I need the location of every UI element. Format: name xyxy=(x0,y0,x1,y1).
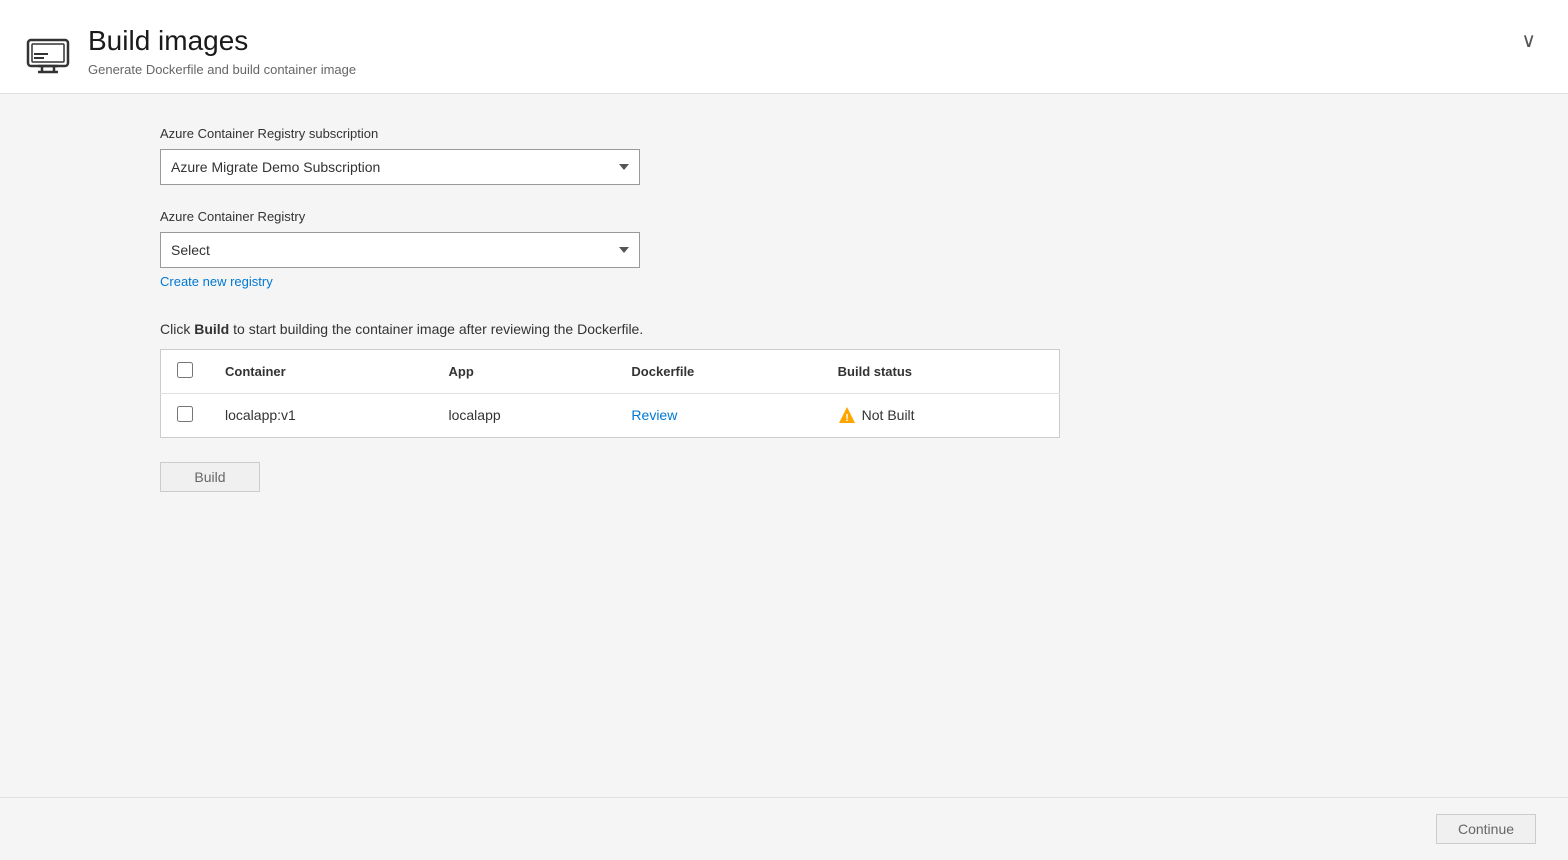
build-status-cell: ! Not Built xyxy=(838,406,1043,424)
collapse-button[interactable]: ∨ xyxy=(1521,28,1536,53)
header: Build images Generate Dockerfile and bui… xyxy=(0,0,1568,94)
header-text: Build images Generate Dockerfile and bui… xyxy=(88,24,356,77)
warning-icon: ! xyxy=(838,406,856,424)
instruction-suffix: to start building the container image af… xyxy=(229,321,643,337)
instruction-prefix: Click xyxy=(160,321,194,337)
row-dockerfile: Review xyxy=(615,393,821,437)
table-row: localapp:v1 localapp Review ! xyxy=(161,393,1060,437)
form-section: Azure Container Registry subscription Az… xyxy=(160,126,1060,492)
instruction-bold: Build xyxy=(194,321,229,337)
subscription-label: Azure Container Registry subscription xyxy=(160,126,1060,141)
main-content: Azure Container Registry subscription Az… xyxy=(0,94,1568,797)
table-header-row: Container App Dockerfile Build status xyxy=(161,349,1060,393)
row-checkbox[interactable] xyxy=(177,406,193,422)
subscription-field-group: Azure Container Registry subscription Az… xyxy=(160,126,1060,185)
registry-label: Azure Container Registry xyxy=(160,209,1060,224)
row-app: localapp xyxy=(433,393,616,437)
row-checkbox-col xyxy=(161,393,210,437)
page-container: Build images Generate Dockerfile and bui… xyxy=(0,0,1568,860)
build-table: Container App Dockerfile Build status lo… xyxy=(160,349,1060,438)
header-checkbox-col xyxy=(161,349,210,393)
footer: Continue xyxy=(0,797,1568,860)
registry-dropdown[interactable]: Select xyxy=(160,232,640,268)
col-header-build-status: Build status xyxy=(822,349,1060,393)
build-instruction: Click Build to start building the contai… xyxy=(160,321,1060,337)
row-build-status: ! Not Built xyxy=(822,393,1060,437)
build-status-text: Not Built xyxy=(862,407,915,423)
page-title: Build images xyxy=(88,24,356,58)
build-images-icon xyxy=(24,28,72,76)
page-subtitle: Generate Dockerfile and build container … xyxy=(88,62,356,77)
review-link[interactable]: Review xyxy=(631,407,677,423)
continue-button[interactable]: Continue xyxy=(1436,814,1536,844)
col-header-dockerfile: Dockerfile xyxy=(615,349,821,393)
subscription-dropdown[interactable]: Azure Migrate Demo Subscription xyxy=(160,149,640,185)
build-button[interactable]: Build xyxy=(160,462,260,492)
col-header-container: Container xyxy=(209,349,433,393)
row-container: localapp:v1 xyxy=(209,393,433,437)
create-new-registry-link[interactable]: Create new registry xyxy=(160,274,273,289)
registry-field-group: Azure Container Registry Select Create n… xyxy=(160,209,1060,289)
col-header-app: App xyxy=(433,349,616,393)
svg-text:!: ! xyxy=(845,413,848,424)
header-checkbox[interactable] xyxy=(177,362,193,378)
